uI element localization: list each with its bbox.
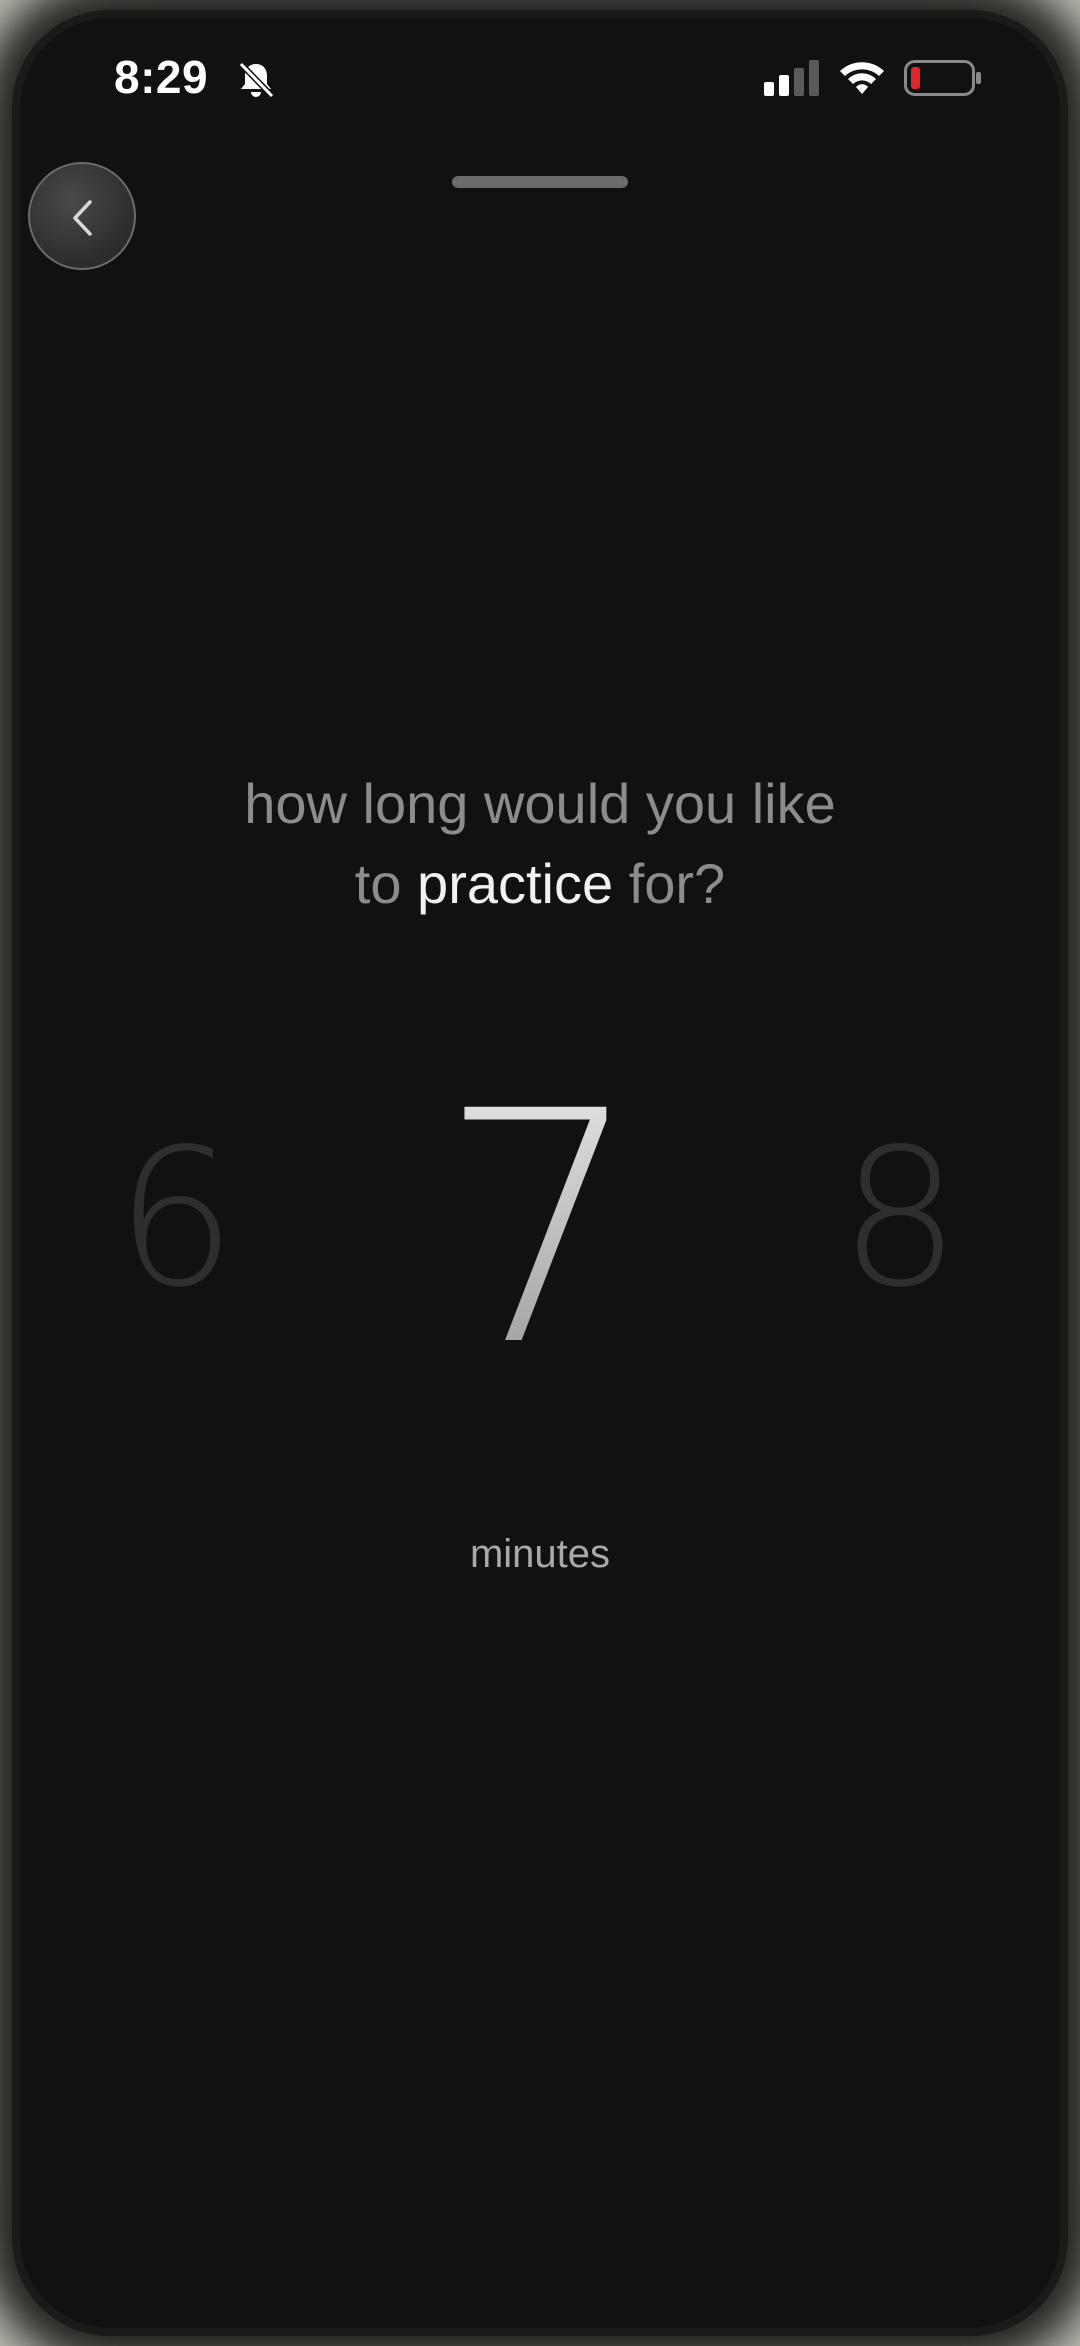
battery-low-icon bbox=[904, 60, 981, 96]
bell-slash-icon bbox=[238, 61, 275, 99]
wifi-icon bbox=[840, 62, 884, 94]
app-screen: 8:29 how long would you like to practice… bbox=[0, 0, 1080, 2346]
chevron-left-icon bbox=[73, 200, 92, 236]
picker-current-value[interactable]: 7 bbox=[400, 1070, 680, 1390]
picker-next-value[interactable]: 8 bbox=[820, 1108, 980, 1329]
question-highlight: practice bbox=[417, 852, 614, 915]
question-for: for? bbox=[628, 852, 726, 915]
sheet-grabber[interactable] bbox=[452, 176, 628, 188]
question-to: to bbox=[354, 852, 402, 915]
duration-question: how long would you like to practice for? bbox=[20, 764, 1060, 924]
picker-previous-value[interactable]: 6 bbox=[96, 1108, 256, 1329]
question-line-1: how long would you like bbox=[244, 772, 836, 835]
picker-unit-label: minutes bbox=[469, 1532, 611, 1576]
back-button[interactable] bbox=[28, 162, 136, 270]
question-line-2: to practice for? bbox=[20, 844, 1060, 924]
modal-sheet: 8:29 how long would you like to practice… bbox=[20, 18, 1060, 2328]
cellular-signal-icon bbox=[764, 60, 819, 96]
status-time: 8:29 bbox=[114, 51, 209, 103]
